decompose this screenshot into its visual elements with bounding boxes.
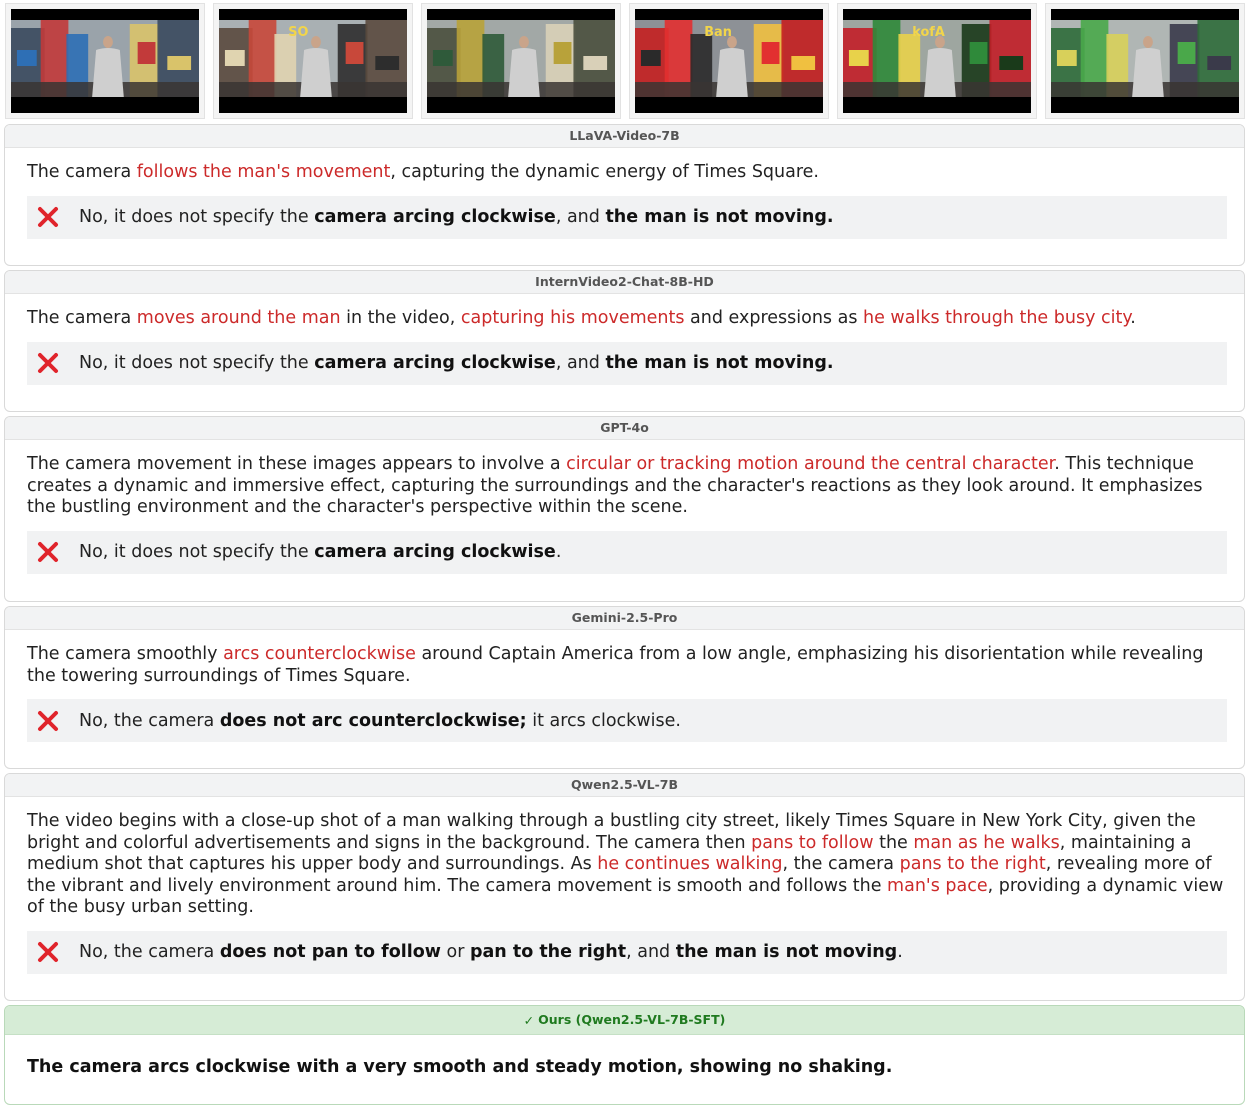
- verdict-segment: , and: [626, 942, 676, 962]
- verdict-segment: , and: [555, 353, 606, 373]
- verdict-box: No, it does not specify the camera arcin…: [27, 195, 1227, 239]
- verdict-segment: .: [897, 942, 903, 962]
- verdict-emphasis: camera arcing clockwise: [314, 353, 556, 373]
- verdict-segment: No, the camera: [79, 710, 220, 731]
- error-highlight: he continues walking: [597, 854, 783, 874]
- video-frame-thumbnail: [421, 3, 621, 119]
- verdict-segment: No, the camera: [79, 942, 220, 962]
- verdict-emphasis: camera arcing clockwise: [314, 207, 556, 227]
- x-mark-icon: [38, 353, 58, 373]
- error-highlight: moves around the man: [136, 308, 341, 328]
- model-answer: The video begins with a close-up shot of…: [27, 811, 1226, 919]
- video-frame-thumbnail: SO: [213, 3, 413, 119]
- video-frame-thumbnail: kofA: [837, 3, 1037, 119]
- verdict-box: No, the camera does not arc counterclock…: [27, 699, 1227, 742]
- verdict-emphasis: does not arc counterclockwise;: [219, 710, 527, 731]
- verdict-segment: No, it does not specify the: [79, 542, 315, 562]
- frame-image: [427, 20, 615, 97]
- answer-text: The camera: [27, 162, 137, 182]
- verdict-box: No, it does not specify the camera arcin…: [27, 341, 1227, 385]
- ours-answer: The camera arcs clockwise with a very sm…: [27, 1057, 893, 1077]
- answer-text: The camera movement in these images appe…: [27, 454, 567, 474]
- video-frame-thumbnail: [1045, 3, 1245, 119]
- model-panel: Gemini-2.5-Pro The camera smoothly arcs c…: [4, 606, 1245, 769]
- model-name-header: GPT-4o: [5, 417, 1244, 440]
- error-highlight: arcs counterclockwise: [223, 644, 416, 664]
- frame-image: [11, 20, 199, 97]
- frame-image: Ban: [635, 20, 823, 97]
- verdict-emphasis: does not pan to follow: [219, 942, 441, 962]
- error-highlight: he walks through the busy city: [863, 308, 1131, 328]
- model-name-header: Qwen2.5-VL-7B: [5, 774, 1244, 797]
- verdict-emphasis: the man is not moving.: [605, 207, 834, 227]
- model-name-header: Gemini-2.5-Pro: [5, 607, 1244, 630]
- answer-text: and expressions as: [684, 308, 864, 328]
- model-name-header: InternVideo2-Chat-8B-HD: [5, 271, 1244, 294]
- ours-header: ✓ Ours (Qwen2.5-VL-7B-SFT): [5, 1006, 1244, 1035]
- video-frame-strip: SO Ban kofA: [0, 0, 1245, 122]
- answer-text: .: [1130, 308, 1136, 328]
- error-highlight: circular or tracking motion around the c…: [566, 454, 1055, 474]
- billboard-sign-text: kofA: [912, 25, 945, 40]
- error-highlight: pans to the right: [899, 854, 1046, 874]
- verdict-box: No, the camera does not pan to follow or…: [27, 930, 1227, 974]
- ours-panel: ✓ Ours (Qwen2.5-VL-7B-SFT) The camera arcs…: [4, 1005, 1245, 1105]
- verdict-segment: or: [440, 942, 470, 962]
- video-frame-thumbnail: Ban: [629, 3, 829, 119]
- verdict-text: No, it does not specify the camera arcin…: [79, 542, 561, 562]
- answer-text: , the camera: [782, 854, 900, 874]
- video-frame-thumbnail: [5, 3, 205, 119]
- verdict-text: No, the camera does not arc counterclock…: [79, 711, 681, 731]
- billboard-sign-text: Ban: [704, 25, 732, 40]
- answer-text: in the video,: [340, 308, 461, 328]
- verdict-text: No, it does not specify the camera arcin…: [79, 207, 834, 227]
- check-icon: ✓: [523, 1013, 535, 1028]
- x-mark-icon: [38, 207, 58, 227]
- ours-model-name: Ours (Qwen2.5-VL-7B-SFT): [538, 1012, 726, 1027]
- answer-text: , capturing the dynamic energy of Times …: [390, 162, 819, 182]
- x-mark-icon: [38, 542, 58, 562]
- verdict-segment: No, it does not specify the: [79, 353, 315, 373]
- answer-text: The camera: [27, 308, 137, 328]
- model-answer: The camera moves around the man in the v…: [27, 308, 1226, 330]
- verdict-segment: No, it does not specify the: [79, 207, 315, 227]
- verdict-emphasis: pan to the right: [469, 942, 627, 962]
- verdict-text: No, the camera does not pan to follow or…: [79, 942, 903, 962]
- x-mark-icon: [38, 942, 58, 962]
- model-answer: The camera smoothly arcs counterclockwis…: [27, 644, 1226, 687]
- model-panel: Qwen2.5-VL-7B The video begins with a clo…: [4, 773, 1245, 1001]
- error-highlight: man's pace: [887, 875, 988, 896]
- error-highlight: man as he walks: [913, 832, 1060, 853]
- x-mark-icon: [38, 710, 58, 731]
- model-name-header: LLaVA-Video-7B: [5, 125, 1244, 148]
- verdict-text: No, it does not specify the camera arcin…: [79, 353, 834, 373]
- frame-image: kofA: [843, 20, 1031, 97]
- error-highlight: capturing his movements: [460, 308, 685, 328]
- model-answer: The camera follows the man's movement, c…: [27, 162, 1226, 184]
- answer-text: the: [873, 832, 914, 853]
- model-answer: The camera movement in these images appe…: [27, 454, 1226, 519]
- verdict-emphasis: the man is not moving: [675, 942, 898, 962]
- verdict-emphasis: camera arcing clockwise: [314, 542, 556, 562]
- model-panel: LLaVA-Video-7B The camera follows the man…: [4, 124, 1245, 266]
- frame-image: SO: [219, 20, 407, 97]
- verdict-emphasis: the man is not moving.: [605, 353, 834, 373]
- verdict-segment: , and: [555, 207, 606, 227]
- billboard-sign-text: SO: [288, 25, 308, 40]
- verdict-box: No, it does not specify the camera arcin…: [27, 530, 1227, 574]
- model-panel: InternVideo2-Chat-8B-HD The camera moves …: [4, 270, 1245, 412]
- error-highlight: follows the man's movement: [136, 162, 391, 182]
- verdict-segment: .: [555, 542, 562, 562]
- error-highlight: pans to follow: [751, 832, 874, 853]
- model-panel: GPT-4o The camera movement in these image…: [4, 416, 1245, 602]
- answer-text: The camera smoothly: [27, 644, 224, 664]
- frame-image: [1051, 20, 1239, 97]
- verdict-segment: it arcs clockwise.: [526, 710, 681, 731]
